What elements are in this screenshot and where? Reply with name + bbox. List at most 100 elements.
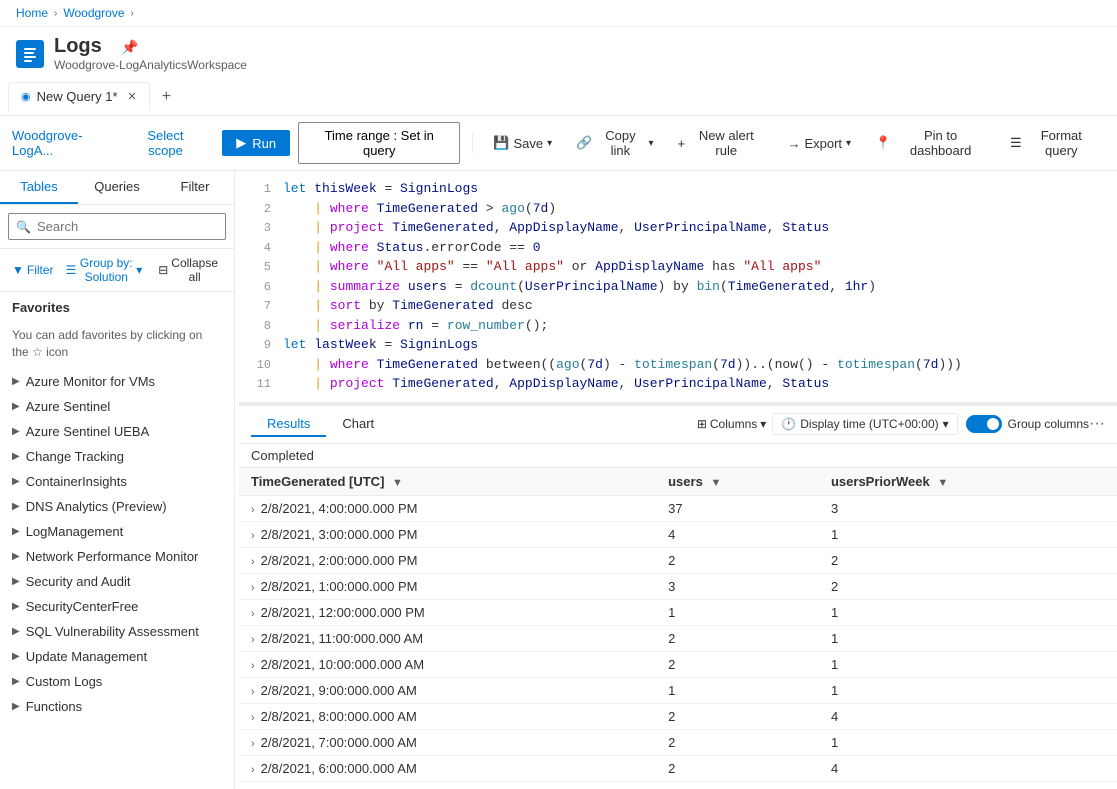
time-filter-icon[interactable]: ▼ [392,477,403,489]
sidebar-item-change-tracking[interactable]: ▶ Change Tracking [0,444,234,469]
sidebar-item-azure-sentinel[interactable]: ▶ Azure Sentinel [0,394,234,419]
arrow-icon: ▶ [12,476,20,487]
cell-prior: 1 [819,729,1117,755]
arrow-icon: ▶ [12,501,20,512]
format-query-button[interactable]: ☰ Format query [1002,123,1105,163]
row-expand-icon[interactable]: › [251,660,255,672]
sidebar-item-network-perf[interactable]: ▶ Network Performance Monitor [0,544,234,569]
row-expand-icon[interactable]: › [251,764,255,776]
cell-time: ›2/8/2021, 5:00:000.000 AM [239,781,656,789]
users-filter-icon[interactable]: ▼ [710,477,721,489]
row-expand-icon[interactable]: › [251,556,255,568]
arrow-icon: ▶ [12,676,20,687]
sidebar-item-security-audit[interactable]: ▶ Security and Audit [0,569,234,594]
cell-prior: 1 [819,677,1117,703]
results-tab-chart[interactable]: Chart [326,412,390,437]
export-button[interactable]: → Export ▾ [779,131,859,156]
sidebar: Tables Queries Filter 🔍 ▼ Filter ☰ Group… [0,171,235,789]
results-table-wrapper: TimeGenerated [UTC] ▼ users ▼ usersPrior… [239,468,1117,789]
arrow-icon: ▶ [12,551,20,562]
copy-link-button[interactable]: 🔗 Copy link ▾ [568,123,661,163]
row-expand-icon[interactable]: › [251,530,255,542]
table-row: ›2/8/2021, 10:00:000.000 AM 2 1 [239,651,1117,677]
sidebar-item-azure-sentinel-ueba[interactable]: ▶ Azure Sentinel UEBA [0,419,234,444]
row-expand-icon[interactable]: › [251,582,255,594]
code-line-11: 11 | project TimeGenerated, AppDisplayNa… [239,374,1117,394]
columns-button[interactable]: ⊞ Columns ▾ [691,414,772,434]
group-columns-toggle[interactable] [966,415,1002,433]
search-input[interactable] [8,213,226,240]
search-icon: 🔍 [16,220,31,234]
sidebar-tab-filter[interactable]: Filter [156,171,234,204]
code-line-10: 10 | where TimeGenerated between((ago(7d… [239,355,1117,375]
page-subtitle: Woodgrove-LogAnalyticsWorkspace [54,58,247,72]
code-line-1: 1 let thisWeek = SigninLogs [239,179,1117,199]
pin-icon[interactable]: 📌 [121,39,138,55]
breadcrumb-woodgrove[interactable]: Woodgrove [63,6,124,20]
cell-prior: 3 [819,781,1117,789]
row-expand-icon[interactable]: › [251,634,255,646]
results-table: TimeGenerated [UTC] ▼ users ▼ usersPrior… [239,468,1117,789]
row-expand-icon[interactable]: › [251,504,255,516]
new-alert-button[interactable]: + New alert rule [670,123,772,163]
arrow-icon: ▶ [12,451,20,462]
display-time-button[interactable]: 🕐 Display time (UTC+00:00) ▾ [772,413,957,435]
results-tab-results[interactable]: Results [251,412,326,437]
sidebar-item-security-center[interactable]: ▶ SecurityCenterFree [0,594,234,619]
sidebar-item-log-management[interactable]: ▶ LogManagement [0,519,234,544]
sidebar-tab-tables[interactable]: Tables [0,171,78,204]
table-row: ›2/8/2021, 2:00:000.000 PM 2 2 [239,547,1117,573]
query-tab-active[interactable]: ◉ New Query 1* ✕ [8,82,150,111]
code-editor[interactable]: 1 let thisWeek = SigninLogs 2 | where Ti… [239,171,1117,403]
new-tab-button[interactable]: + [154,84,179,110]
arrow-icon: ▶ [12,651,20,662]
sidebar-item-dns-analytics[interactable]: ▶ DNS Analytics (Preview) [0,494,234,519]
page-title: Logs [54,35,102,57]
sidebar-tab-queries[interactable]: Queries [78,171,156,204]
table-row: ›2/8/2021, 1:00:000.000 PM 3 2 [239,573,1117,599]
row-expand-icon[interactable]: › [251,608,255,620]
cell-users: 2 [656,755,819,781]
tab-icon: ◉ [21,90,31,103]
row-expand-icon[interactable]: › [251,712,255,724]
prior-filter-icon[interactable]: ▼ [937,477,948,489]
row-expand-icon[interactable]: › [251,686,255,698]
save-button[interactable]: 💾 Save ▾ [485,130,560,156]
sidebar-item-update-mgmt[interactable]: ▶ Update Management [0,644,234,669]
code-line-3: 3 | project TimeGenerated, AppDisplayNam… [239,218,1117,238]
tab-close-icon[interactable]: ✕ [128,90,137,103]
filter-button[interactable]: ▼ Filter [8,260,58,280]
sidebar-tabs: Tables Queries Filter [0,171,234,205]
select-scope-button[interactable]: Select scope [125,126,207,160]
second-toolbar: Woodgrove-LogA... Select scope ▶ Run Tim… [0,116,1117,171]
export-icon: → [787,136,800,151]
code-line-4: 4 | where Status.errorCode == 0 [239,238,1117,258]
workspace-label[interactable]: Woodgrove-LogA... [12,128,117,158]
sidebar-item-azure-monitor-vms[interactable]: ▶ Azure Monitor for VMs [0,369,234,394]
group-by-button[interactable]: ☰ Group by: Solution ▾ [62,253,147,287]
sidebar-item-container-insights[interactable]: ▶ ContainerInsights [0,469,234,494]
results-area: Results Chart ⊞ Columns ▾ 🕐 Display time… [239,406,1117,789]
cell-time: ›2/8/2021, 9:00:000.000 AM [239,677,656,703]
cell-time: ›2/8/2021, 7:00:000.000 AM [239,729,656,755]
breadcrumb-sep1: › [54,8,57,19]
cell-time: ›2/8/2021, 11:00:000.000 AM [239,625,656,651]
sidebar-item-sql-vuln[interactable]: ▶ SQL Vulnerability Assessment [0,619,234,644]
save-icon: 💾 [493,135,509,151]
tab-bar: ◉ New Query 1* ✕ + [0,78,1117,116]
cell-users: 1 [656,599,819,625]
cell-time: ›2/8/2021, 3:00:000.000 PM [239,521,656,547]
cell-time: ›2/8/2021, 4:00:000.000 PM [239,495,656,521]
pin-dashboard-button[interactable]: 📍 Pin to dashboard [867,123,994,163]
breadcrumb-home[interactable]: Home [16,6,48,20]
pin-icon2: 📍 [875,135,891,151]
sidebar-item-custom-logs[interactable]: ▶ Custom Logs [0,669,234,694]
cell-users: 1 [656,781,819,789]
run-button[interactable]: ▶ Run [222,130,290,156]
cell-users: 2 [656,703,819,729]
time-range-button[interactable]: Time range : Set in query [298,122,460,164]
more-options-button[interactable]: ··· [1089,415,1105,433]
collapse-all-button[interactable]: ⊟ Collapse all [150,253,226,287]
sidebar-item-functions[interactable]: ▶ Functions [0,694,234,719]
alert-icon: + [678,136,686,151]
